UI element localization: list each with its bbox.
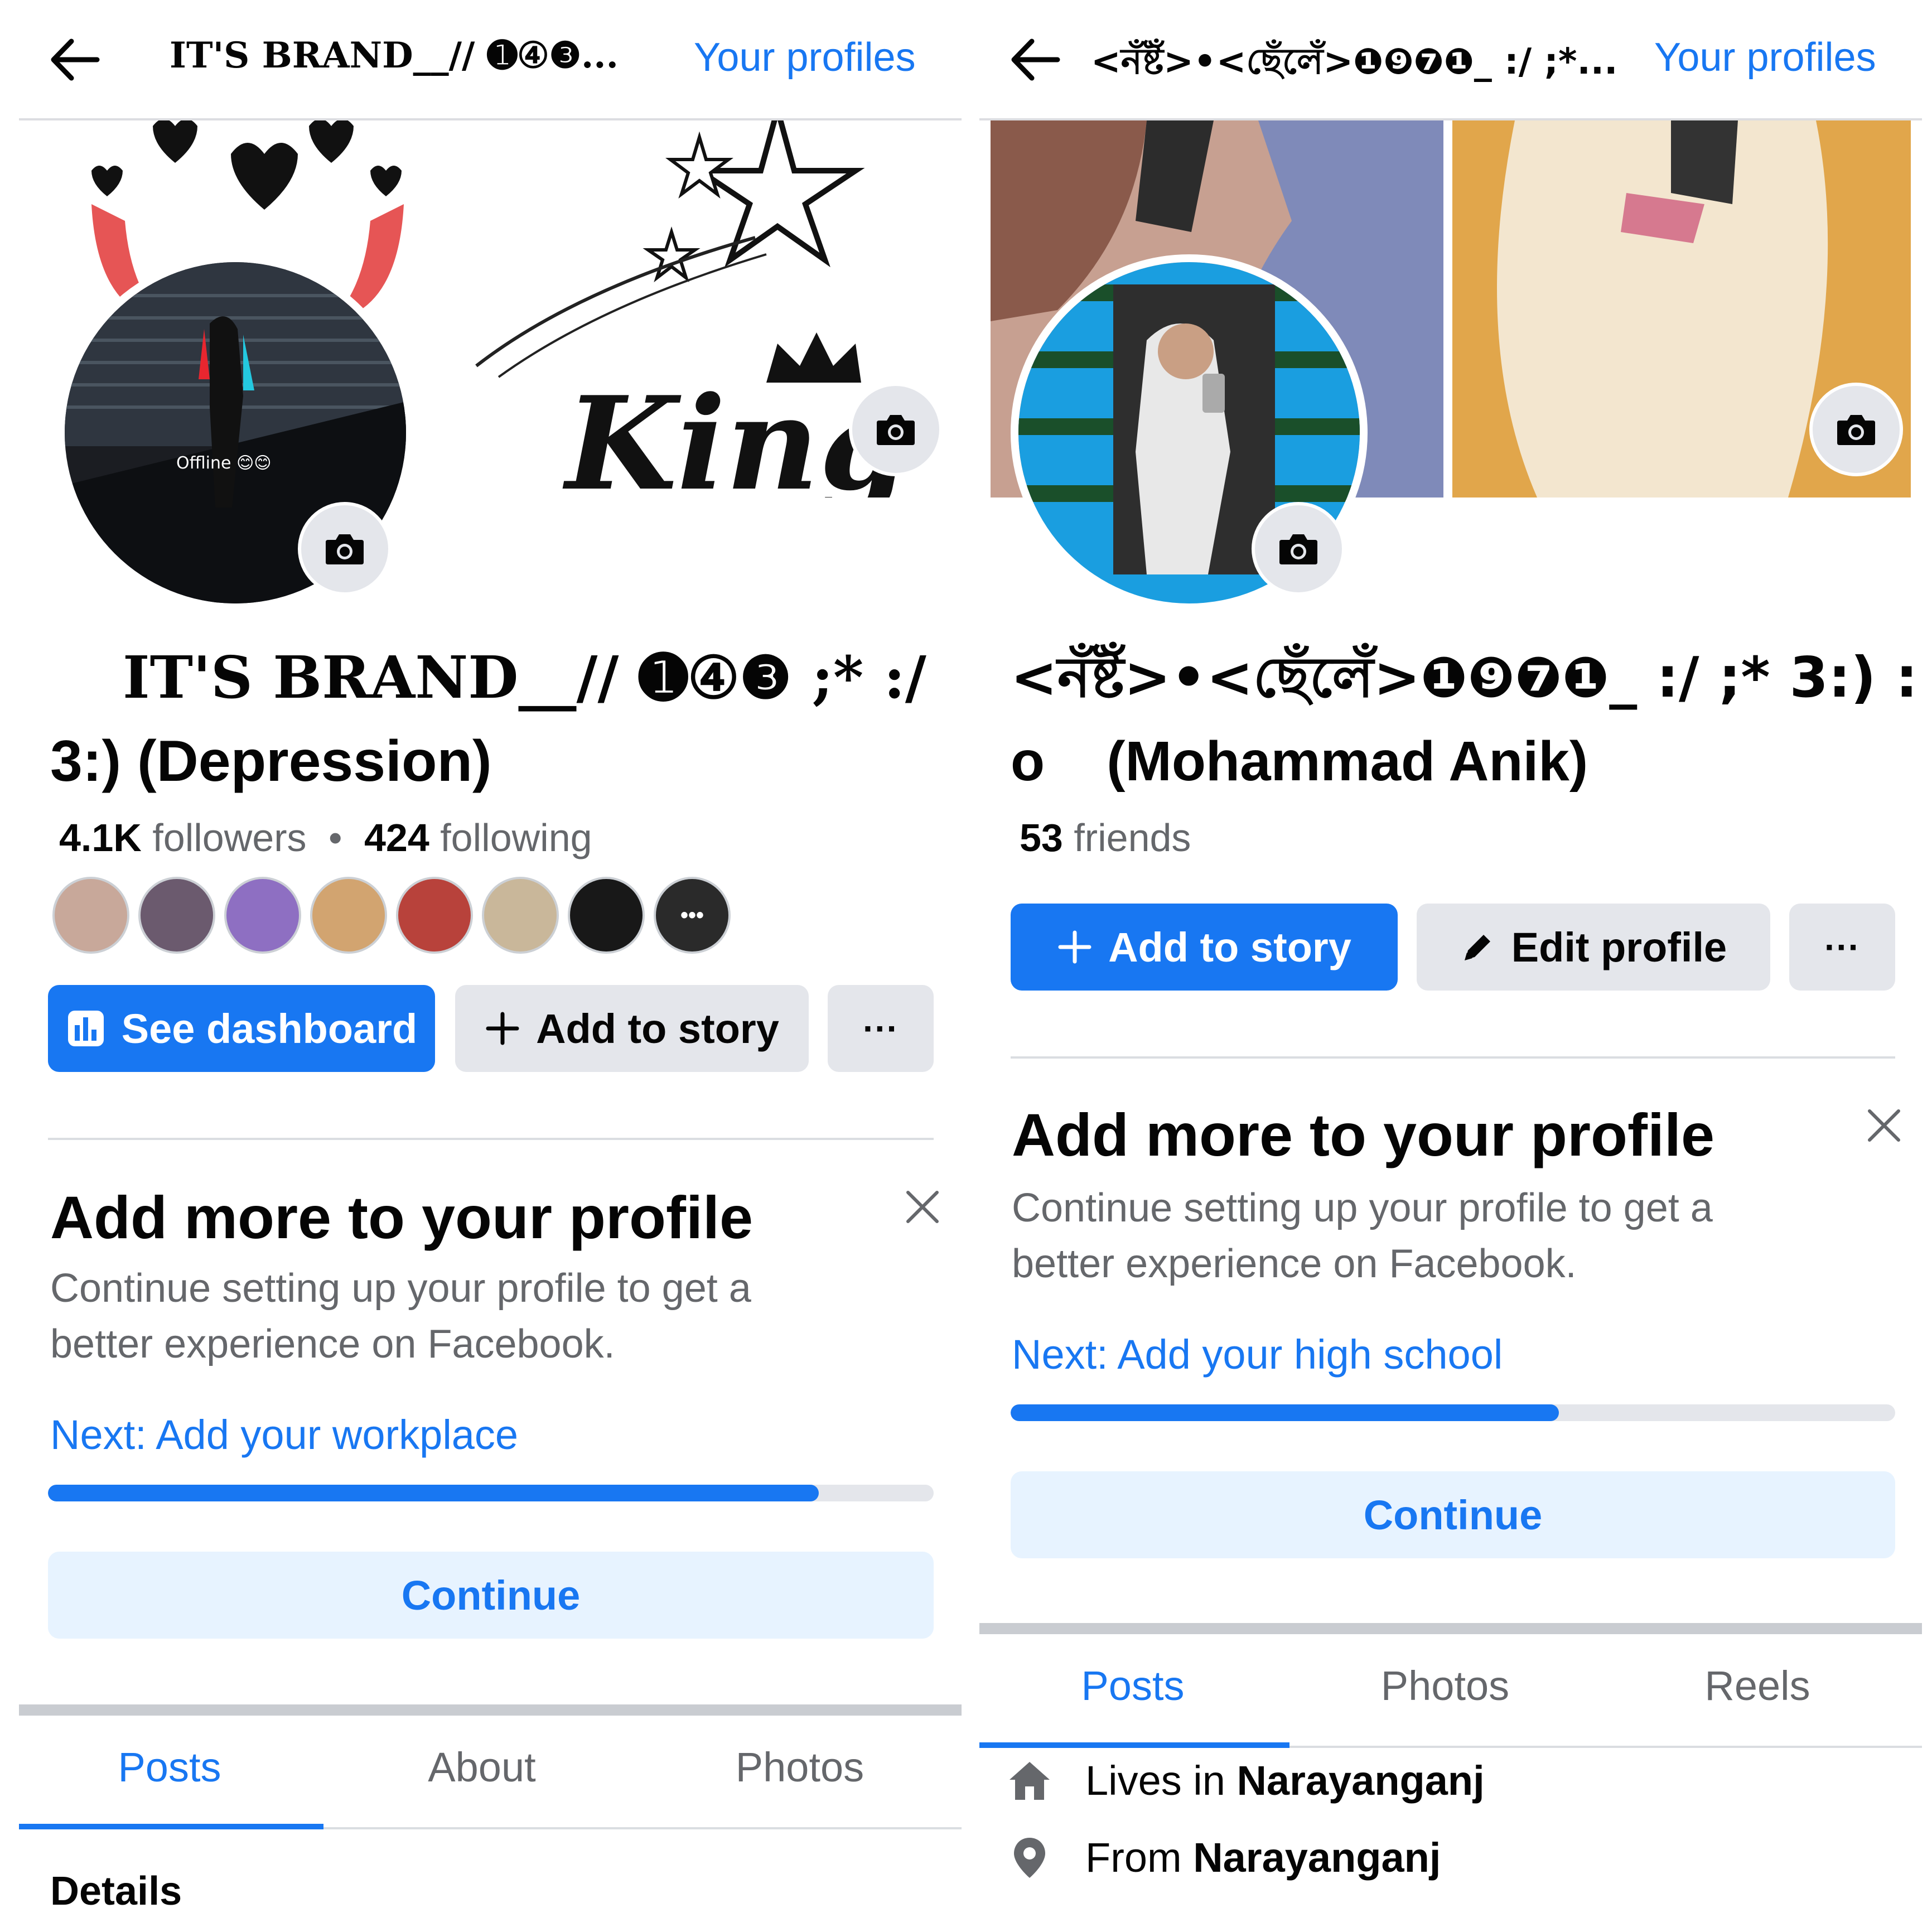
- follower-avatar[interactable]: [224, 877, 301, 954]
- stats-separator: •: [329, 816, 342, 859]
- section-divider: [48, 1138, 934, 1140]
- location-pin-icon: [1007, 1836, 1052, 1880]
- followers-avatars-row: •••: [52, 877, 777, 960]
- more-options-button[interactable]: ···: [1789, 904, 1895, 991]
- add-more-card-title: Add more to your profile: [50, 1184, 754, 1251]
- follower-avatar[interactable]: [138, 877, 215, 954]
- profile-progress-fill: [1011, 1404, 1559, 1421]
- tab-about[interactable]: About: [331, 1743, 632, 1791]
- dashboard-icon: [66, 1008, 106, 1049]
- avatar-camera-button[interactable]: [298, 502, 392, 596]
- edit-profile-label: Edit profile: [1511, 924, 1727, 970]
- more-followers-icon: •••: [680, 902, 704, 928]
- details-heading: Details: [50, 1869, 182, 1914]
- camera-icon: [1279, 534, 1317, 564]
- continue-button[interactable]: Continue: [1011, 1471, 1895, 1558]
- tab-posts[interactable]: Posts: [979, 1662, 1286, 1709]
- follower-avatar[interactable]: [482, 877, 559, 954]
- add-more-card-description: Continue setting up your profile to get …: [1012, 1186, 1713, 1286]
- tab-photos[interactable]: Photos: [1292, 1662, 1598, 1709]
- section-separator: [19, 1704, 962, 1716]
- followers-count: 4.1K: [59, 816, 142, 859]
- followers-label[interactable]: followers: [152, 816, 306, 859]
- profile-name-line2: 3:) (Depression): [50, 729, 492, 794]
- more-options-button[interactable]: ···: [828, 985, 934, 1072]
- lives-in-prefix: Lives in: [1085, 1757, 1237, 1804]
- profile-panel-right: <নঁষ্টঁ>•<ছেঁলেঁ>❶❾❼❶_ :/ ;*... Your pro…: [979, 0, 1922, 1932]
- camera-icon: [877, 415, 915, 445]
- cover-camera-button[interactable]: [1809, 383, 1903, 476]
- add-more-card-description: Continue setting up your profile to get …: [50, 1266, 751, 1366]
- your-profiles-link[interactable]: Your profiles: [694, 35, 916, 80]
- active-tab-indicator: [979, 1742, 1289, 1748]
- profile-tabs: Posts Photos Reels: [979, 1634, 1922, 1748]
- lives-in-city[interactable]: Narayanganj: [1237, 1757, 1484, 1804]
- profile-progress-fill: [48, 1485, 819, 1501]
- add-more-card-title: Add more to your profile: [1012, 1101, 1715, 1168]
- friends-stats: 53 friends: [1020, 815, 1191, 860]
- add-to-story-label: Add to story: [536, 1005, 779, 1052]
- profile-name: <নঁষ্টঁ>•<ছেঁলেঁ>❶❾❼❶_ :/ ;* 3:) : o (Mo…: [1011, 636, 1918, 803]
- friends-count: 53: [1020, 816, 1063, 859]
- camera-icon: [326, 534, 364, 564]
- follower-avatar[interactable]: [310, 877, 387, 954]
- add-to-story-label: Add to story: [1108, 924, 1351, 970]
- active-tab-indicator: [19, 1824, 323, 1829]
- back-arrow-icon[interactable]: [47, 35, 103, 85]
- profile-panel-left: IT'S BRAND__// ➊④❸... Your profiles King: [19, 0, 962, 1932]
- tab-posts[interactable]: Posts: [19, 1743, 320, 1791]
- profile-progress-bar: [1011, 1404, 1895, 1421]
- back-arrow-icon[interactable]: [1007, 35, 1063, 85]
- profile-name-line2: o (Mohammad Anik): [1011, 730, 1588, 793]
- profile-name: IT'S BRAND__// ➊④❸ ;* :/ 3:) (Depression…: [50, 636, 943, 803]
- pencil-icon: [1460, 929, 1496, 965]
- following-count: 424: [364, 816, 429, 859]
- close-icon[interactable]: [900, 1185, 945, 1229]
- from-city[interactable]: Narayanganj: [1193, 1834, 1441, 1881]
- plus-icon: [1057, 929, 1093, 965]
- profile-progress-bar: [48, 1485, 934, 1501]
- more-options-icon: ···: [1824, 927, 1860, 967]
- home-icon: [1007, 1760, 1052, 1802]
- tab-reels[interactable]: Reels: [1610, 1662, 1905, 1709]
- see-dashboard-label: See dashboard: [121, 1005, 418, 1052]
- profile-tabs: Posts About Photos: [19, 1716, 962, 1829]
- see-dashboard-button[interactable]: See dashboard: [48, 985, 435, 1072]
- your-profiles-link[interactable]: Your profiles: [1654, 35, 1876, 80]
- next-step-link[interactable]: Next: Add your high school: [1012, 1331, 1503, 1378]
- next-step-link[interactable]: Next: Add your workplace: [50, 1411, 518, 1458]
- profile-name-line1: <নঁষ্টঁ>•<ছেঁলেঁ>❶❾❼❶_ :/ ;* 3:) :: [1011, 645, 1918, 710]
- cover-camera-button[interactable]: [849, 383, 943, 476]
- more-options-icon: ···: [863, 1008, 899, 1049]
- add-to-story-button[interactable]: Add to story: [455, 985, 809, 1072]
- section-divider: [1011, 1056, 1895, 1059]
- from-prefix: From: [1085, 1834, 1194, 1881]
- topbar-title: IT'S BRAND__// ➊④❸...: [170, 35, 619, 76]
- plus-icon: [485, 1011, 520, 1046]
- continue-button[interactable]: Continue: [48, 1552, 934, 1639]
- from-row: From Narayanganj: [1007, 1834, 1441, 1881]
- add-to-story-button[interactable]: Add to story: [1011, 904, 1398, 991]
- top-bar: <নঁষ্টঁ>•<ছেঁলেঁ>❶❾❼❶_ :/ ;*... Your pro…: [979, 0, 1922, 120]
- camera-icon: [1837, 415, 1875, 445]
- follower-avatar[interactable]: [396, 877, 473, 954]
- tab-photos[interactable]: Photos: [649, 1743, 950, 1791]
- follow-stats: 4.1K followers • 424 following: [59, 815, 592, 860]
- more-followers-button[interactable]: •••: [654, 877, 731, 954]
- follower-avatar[interactable]: [52, 877, 129, 954]
- avatar-caption: Offline 😊😊: [176, 453, 272, 473]
- topbar-title: <নঁষ্টঁ>•<ছেঁলেঁ>❶❾❼❶_ :/ ;*...: [1091, 41, 1618, 83]
- following-label[interactable]: following: [440, 816, 592, 859]
- edit-profile-button[interactable]: Edit profile: [1417, 904, 1770, 991]
- close-icon[interactable]: [1862, 1103, 1906, 1148]
- lives-in-row: Lives in Narayanganj: [1007, 1757, 1485, 1804]
- section-separator: [979, 1623, 1922, 1634]
- top-bar: IT'S BRAND__// ➊④❸... Your profiles: [19, 0, 962, 120]
- follower-avatar[interactable]: [568, 877, 645, 954]
- avatar-camera-button[interactable]: [1252, 502, 1345, 596]
- profile-name-line1: IT'S BRAND__// ➊④❸ ;* :/: [123, 643, 926, 712]
- friends-label[interactable]: friends: [1074, 816, 1191, 859]
